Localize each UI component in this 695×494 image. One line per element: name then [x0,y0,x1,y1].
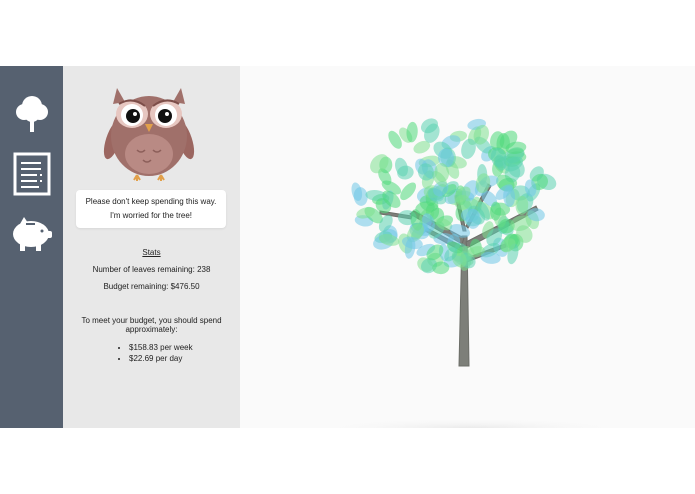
owl-mascot [103,88,195,181]
leaves-remaining: Number of leaves remaining: 238 [92,265,211,274]
piggy-bank-icon [13,217,52,251]
ground-shadow [310,418,630,428]
money-tree [310,118,630,428]
nav-budget-button[interactable] [10,212,54,256]
owl-message-line-2: I'm worried for the tree! [110,211,192,220]
stats-heading: Stats [142,248,161,257]
tree-stage [240,66,695,428]
nav-tree-button[interactable] [10,92,54,136]
nav-list-button[interactable] [10,152,54,196]
info-panel: Please don't keep spending this way. I'm… [63,66,240,428]
per-week-amount: $158.83 per week [129,342,193,353]
budget-remaining: Budget remaining: $476.50 [103,282,200,291]
budget-advice: To meet your budget, you should spend ap… [81,316,222,334]
tree-icon [16,96,48,132]
app-window: Please don't keep spending this way. I'm… [0,66,695,428]
sidebar-nav [0,66,63,428]
spending-rates-list: $158.83 per week $22.69 per day [119,342,193,364]
owl-message-line-1: Please don't keep spending this way. [85,197,217,206]
per-day-amount: $22.69 per day [129,353,193,364]
owl-speech-bubble: Please don't keep spending this way. I'm… [76,190,226,228]
tree-leaves [351,118,557,275]
list-document-icon [13,152,51,196]
